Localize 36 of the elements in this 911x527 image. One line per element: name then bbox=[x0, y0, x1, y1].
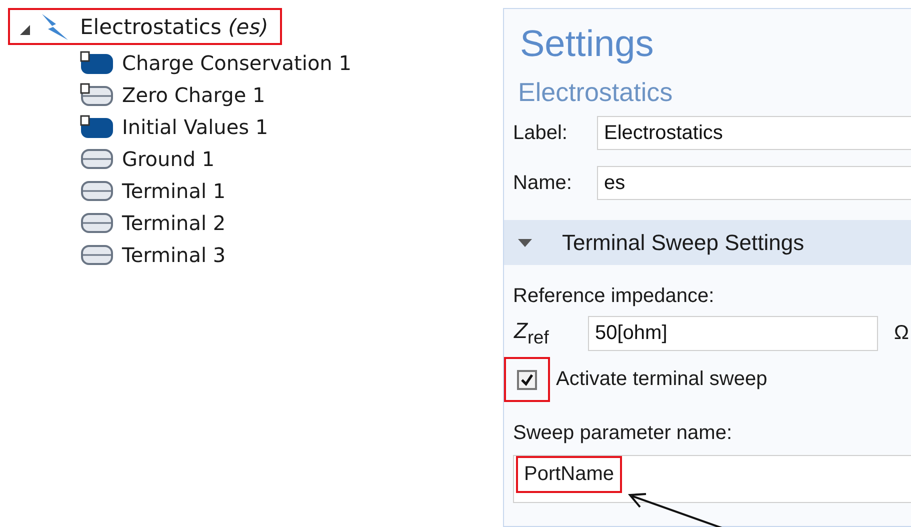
section-title: Terminal Sweep Settings bbox=[562, 230, 804, 256]
tree-item[interactable]: Ground 1 bbox=[80, 143, 503, 175]
tree-item[interactable]: Terminal 2 bbox=[80, 207, 503, 239]
field-value: PortName bbox=[516, 456, 622, 493]
tree-item[interactable]: Zero Charge 1 bbox=[80, 79, 503, 111]
tree-item-label: Terminal 3 bbox=[122, 243, 226, 267]
field-label: Sweep parameter name: bbox=[512, 421, 734, 445]
tree-item-label: Ground 1 bbox=[122, 147, 215, 171]
input-field[interactable]: PortName bbox=[513, 455, 911, 503]
tree-item[interactable]: Initial Values 1 bbox=[80, 111, 503, 143]
tree-item[interactable]: Terminal 3 bbox=[80, 239, 503, 271]
checkbox[interactable] bbox=[517, 370, 537, 390]
tree-item[interactable]: Terminal 1 bbox=[80, 175, 503, 207]
collapse-triangle-icon[interactable] bbox=[518, 238, 532, 248]
input-field[interactable]: Electrostatics bbox=[597, 116, 911, 150]
tree-item-label: Initial Values 1 bbox=[122, 115, 268, 139]
tree-item-label: Terminal 1 bbox=[122, 179, 226, 203]
lightning-bolt-icon bbox=[40, 12, 70, 42]
tree-item-label: Electrostatics (es) bbox=[80, 14, 268, 38]
field-label: Label: bbox=[513, 122, 568, 144]
expand-triangle-icon[interactable] bbox=[20, 24, 30, 34]
field-label: Reference impedance: bbox=[512, 284, 716, 308]
tree-item-label: Charge Conservation 1 bbox=[122, 51, 352, 75]
tree-item[interactable]: Charge Conservation 1 bbox=[80, 47, 503, 79]
unit-label: Ω bbox=[894, 322, 909, 345]
section-header[interactable]: Terminal Sweep Settings bbox=[504, 220, 911, 265]
panel-subtitle: Electrostatics bbox=[517, 76, 674, 108]
tree-item-label: Zero Charge 1 bbox=[122, 83, 266, 107]
tree-item-label: Terminal 2 bbox=[122, 211, 226, 235]
field-label: Name: bbox=[513, 172, 573, 194]
tree-item[interactable]: Electrostatics (es) bbox=[8, 8, 282, 45]
checkbox-label: Activate terminal sweep bbox=[556, 368, 768, 391]
symbol-label: Z$_{ref}$ bbox=[514, 318, 550, 349]
input-field[interactable]: 50[ohm] bbox=[588, 316, 878, 351]
panel-title: Settings bbox=[519, 22, 655, 65]
input-field[interactable]: es bbox=[597, 166, 911, 200]
